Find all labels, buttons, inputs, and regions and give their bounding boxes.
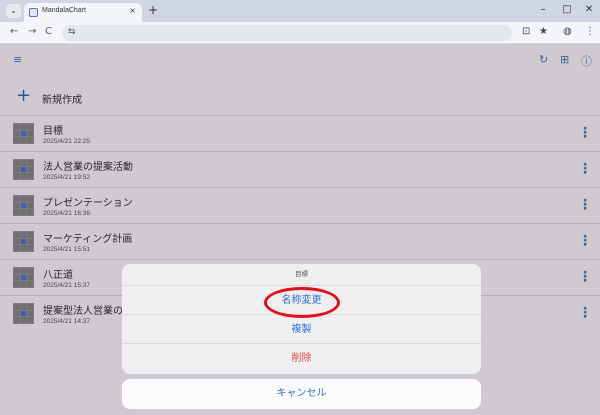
address-bar: ← → C ⇆ ⊡ ★ ◍ ⋮ (0, 22, 600, 44)
forward-icon[interactable]: → (28, 26, 36, 37)
browser-tab[interactable]: MandalaChart × (24, 3, 142, 22)
site-settings-icon[interactable]: ⇆ (68, 27, 76, 37)
browser-menu-icon[interactable]: ⋮ (585, 26, 595, 37)
cast-icon[interactable]: ⊡ (522, 26, 530, 37)
profile-icon[interactable]: ◍ (563, 26, 572, 37)
duplicate-button[interactable]: 複製 (122, 315, 481, 344)
tab-close-icon[interactable]: × (129, 6, 136, 15)
close-window-button[interactable]: ✕ (582, 4, 596, 15)
action-sheet-title: 目標 (122, 264, 481, 286)
bookmark-star-icon[interactable]: ★ (539, 26, 548, 37)
back-icon[interactable]: ← (10, 26, 18, 37)
app-favicon-icon (29, 8, 38, 17)
browser-tab-bar: ⌄ MandalaChart × + – □ ✕ (0, 0, 600, 22)
url-input[interactable]: ⇆ (62, 25, 512, 41)
reload-icon[interactable]: C (45, 26, 52, 37)
maximize-button[interactable]: □ (560, 4, 574, 15)
action-sheet: 目標 名称変更 複製 削除 (122, 264, 481, 374)
tab-menu-button[interactable]: ⌄ (6, 4, 21, 18)
tab-title: MandalaChart (42, 7, 86, 14)
minimize-button[interactable]: – (536, 4, 550, 15)
rename-highlight-circle (264, 287, 340, 318)
delete-button[interactable]: 削除 (122, 344, 481, 373)
cancel-button[interactable]: キャンセル (122, 379, 481, 409)
new-tab-button[interactable]: + (148, 3, 158, 17)
